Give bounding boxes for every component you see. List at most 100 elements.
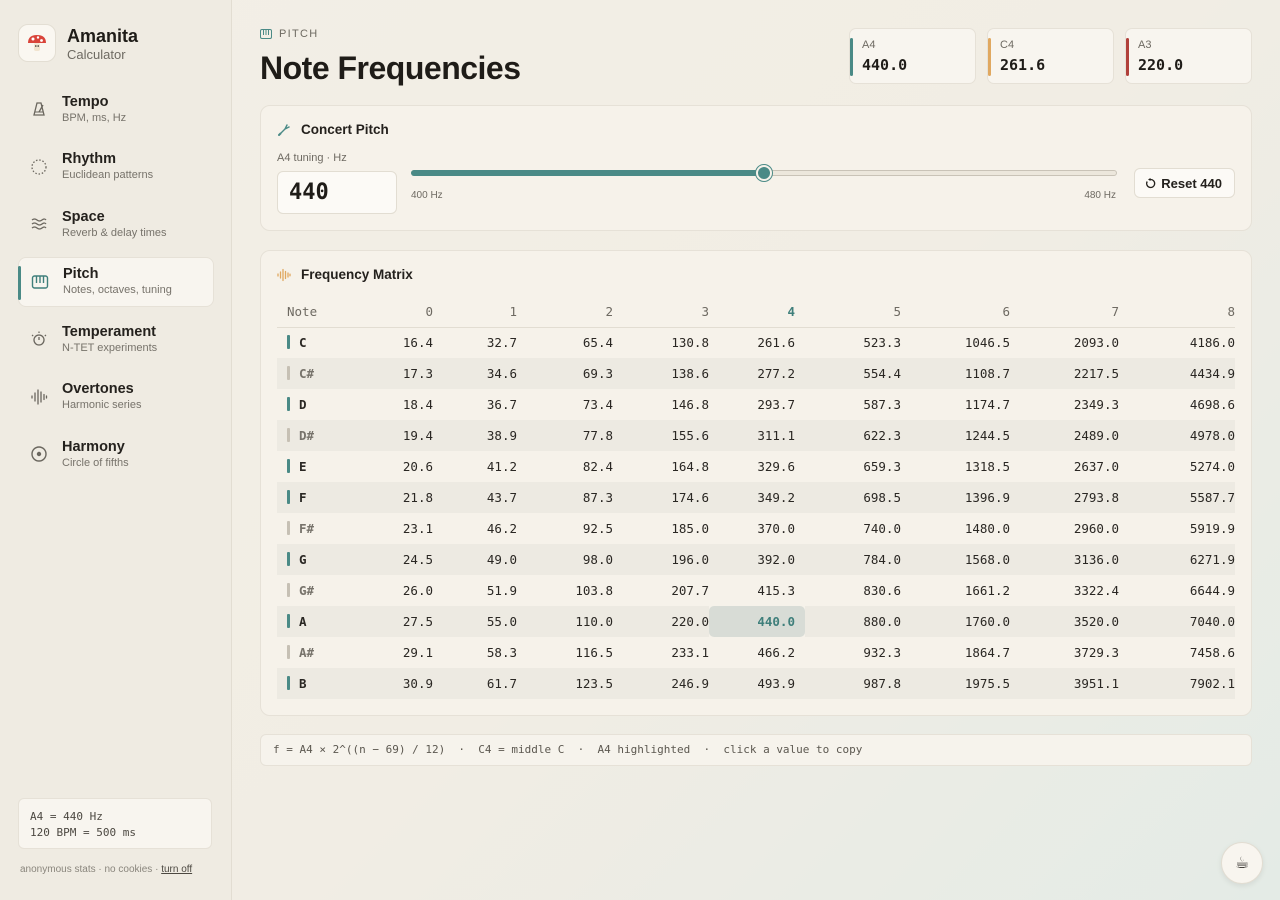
- frequency-cell[interactable]: 46.2: [433, 513, 517, 544]
- frequency-cell[interactable]: 3322.4: [1010, 575, 1119, 606]
- frequency-cell[interactable]: 1760.0: [901, 606, 1010, 637]
- sidebar-item-space[interactable]: Space Reverb & delay times: [18, 199, 214, 249]
- frequency-cell[interactable]: 2093.0: [1010, 327, 1119, 358]
- brand[interactable]: Amanita Calculator: [18, 24, 138, 62]
- frequency-cell[interactable]: 2960.0: [1010, 513, 1119, 544]
- frequency-cell[interactable]: 36.7: [433, 389, 517, 420]
- frequency-cell[interactable]: 466.2: [709, 637, 805, 668]
- frequency-cell[interactable]: 220.0: [613, 606, 709, 637]
- frequency-cell[interactable]: 7458.6: [1119, 637, 1235, 668]
- reference-chip-a3[interactable]: A3 220.0: [1125, 28, 1252, 84]
- coffee-button[interactable]: ☕: [1221, 842, 1263, 884]
- frequency-cell[interactable]: 311.1: [709, 420, 805, 451]
- frequency-cell[interactable]: 3729.3: [1010, 637, 1119, 668]
- frequency-cell[interactable]: 155.6: [613, 420, 709, 451]
- frequency-cell[interactable]: 146.8: [613, 389, 709, 420]
- frequency-cell[interactable]: 130.8: [613, 327, 709, 358]
- frequency-cell[interactable]: 21.8: [342, 482, 433, 513]
- frequency-cell[interactable]: 207.7: [613, 575, 709, 606]
- frequency-cell[interactable]: 26.0: [342, 575, 433, 606]
- frequency-cell[interactable]: 2349.3: [1010, 389, 1119, 420]
- frequency-cell[interactable]: 329.6: [709, 451, 805, 482]
- reference-chip-c4[interactable]: C4 261.6: [987, 28, 1114, 84]
- frequency-cell[interactable]: 20.6: [342, 451, 433, 482]
- frequency-cell[interactable]: 43.7: [433, 482, 517, 513]
- frequency-cell[interactable]: 34.6: [433, 358, 517, 389]
- frequency-cell[interactable]: 3520.0: [1010, 606, 1119, 637]
- frequency-cell[interactable]: 65.4: [517, 327, 613, 358]
- frequency-cell[interactable]: 73.4: [517, 389, 613, 420]
- sidebar-item-temperament[interactable]: Temperament N-TET experiments: [18, 314, 214, 364]
- frequency-cell[interactable]: 1318.5: [901, 451, 1010, 482]
- frequency-cell[interactable]: 587.3: [805, 389, 901, 420]
- frequency-cell[interactable]: 349.2: [709, 482, 805, 513]
- frequency-cell[interactable]: 277.2: [709, 358, 805, 389]
- frequency-cell[interactable]: 92.5: [517, 513, 613, 544]
- frequency-cell[interactable]: 1568.0: [901, 544, 1010, 575]
- frequency-cell[interactable]: 987.8: [805, 668, 901, 699]
- turn-off-stats-link[interactable]: turn off: [161, 864, 192, 875]
- frequency-cell[interactable]: 7902.1: [1119, 668, 1235, 699]
- sidebar-item-tempo[interactable]: Tempo BPM, ms, Hz: [18, 84, 214, 134]
- reference-chip-a4[interactable]: A4 440.0: [849, 28, 976, 84]
- frequency-cell[interactable]: 1975.5: [901, 668, 1010, 699]
- frequency-cell[interactable]: 1661.2: [901, 575, 1010, 606]
- frequency-cell[interactable]: 1244.5: [901, 420, 1010, 451]
- frequency-cell[interactable]: 4434.9: [1119, 358, 1235, 389]
- frequency-cell[interactable]: 18.4: [342, 389, 433, 420]
- frequency-cell[interactable]: 19.4: [342, 420, 433, 451]
- sidebar-item-harmony[interactable]: Harmony Circle of fifths: [18, 429, 214, 479]
- frequency-cell[interactable]: 23.1: [342, 513, 433, 544]
- frequency-cell[interactable]: 24.5: [342, 544, 433, 575]
- frequency-cell[interactable]: 4698.6: [1119, 389, 1235, 420]
- frequency-cell[interactable]: 17.3: [342, 358, 433, 389]
- concert-pitch-slider[interactable]: [411, 164, 1117, 184]
- frequency-cell[interactable]: 138.6: [613, 358, 709, 389]
- frequency-cell[interactable]: 29.1: [342, 637, 433, 668]
- frequency-cell[interactable]: 1864.7: [901, 637, 1010, 668]
- frequency-cell[interactable]: 698.5: [805, 482, 901, 513]
- frequency-cell[interactable]: 41.2: [433, 451, 517, 482]
- a4-tuning-input[interactable]: 440: [277, 171, 397, 214]
- frequency-cell[interactable]: 523.3: [805, 327, 901, 358]
- frequency-cell[interactable]: 4186.0: [1119, 327, 1235, 358]
- frequency-cell[interactable]: 1108.7: [901, 358, 1010, 389]
- frequency-cell[interactable]: 69.3: [517, 358, 613, 389]
- frequency-cell[interactable]: 5587.7: [1119, 482, 1235, 513]
- frequency-cell[interactable]: 2637.0: [1010, 451, 1119, 482]
- frequency-cell[interactable]: 27.5: [342, 606, 433, 637]
- frequency-cell[interactable]: 16.4: [342, 327, 433, 358]
- frequency-cell[interactable]: 293.7: [709, 389, 805, 420]
- reset-440-button[interactable]: Reset 440: [1134, 168, 1235, 198]
- frequency-cell[interactable]: 2793.8: [1010, 482, 1119, 513]
- frequency-cell[interactable]: 30.9: [342, 668, 433, 699]
- frequency-cell[interactable]: 55.0: [433, 606, 517, 637]
- frequency-cell[interactable]: 2217.5: [1010, 358, 1119, 389]
- frequency-cell[interactable]: 6271.9: [1119, 544, 1235, 575]
- frequency-cell[interactable]: 174.6: [613, 482, 709, 513]
- frequency-cell[interactable]: 740.0: [805, 513, 901, 544]
- frequency-cell[interactable]: 493.9: [709, 668, 805, 699]
- frequency-cell[interactable]: 261.6: [709, 327, 805, 358]
- frequency-cell[interactable]: 49.0: [433, 544, 517, 575]
- frequency-cell[interactable]: 98.0: [517, 544, 613, 575]
- frequency-cell[interactable]: 246.9: [613, 668, 709, 699]
- frequency-cell[interactable]: 103.8: [517, 575, 613, 606]
- frequency-cell[interactable]: 415.3: [709, 575, 805, 606]
- frequency-cell[interactable]: 830.6: [805, 575, 901, 606]
- frequency-cell[interactable]: 784.0: [805, 544, 901, 575]
- frequency-cell[interactable]: 2489.0: [1010, 420, 1119, 451]
- sidebar-item-rhythm[interactable]: Rhythm Euclidean patterns: [18, 142, 214, 192]
- frequency-cell[interactable]: 5274.0: [1119, 451, 1235, 482]
- frequency-cell[interactable]: 5919.9: [1119, 513, 1235, 544]
- frequency-cell[interactable]: 185.0: [613, 513, 709, 544]
- frequency-cell[interactable]: 123.5: [517, 668, 613, 699]
- frequency-cell[interactable]: 1046.5: [901, 327, 1010, 358]
- frequency-cell[interactable]: 51.9: [433, 575, 517, 606]
- frequency-cell[interactable]: 440.0: [709, 606, 805, 637]
- frequency-cell[interactable]: 659.3: [805, 451, 901, 482]
- frequency-cell[interactable]: 6644.9: [1119, 575, 1235, 606]
- frequency-cell[interactable]: 196.0: [613, 544, 709, 575]
- frequency-cell[interactable]: 932.3: [805, 637, 901, 668]
- sidebar-item-pitch[interactable]: Pitch Notes, octaves, tuning: [18, 256, 214, 307]
